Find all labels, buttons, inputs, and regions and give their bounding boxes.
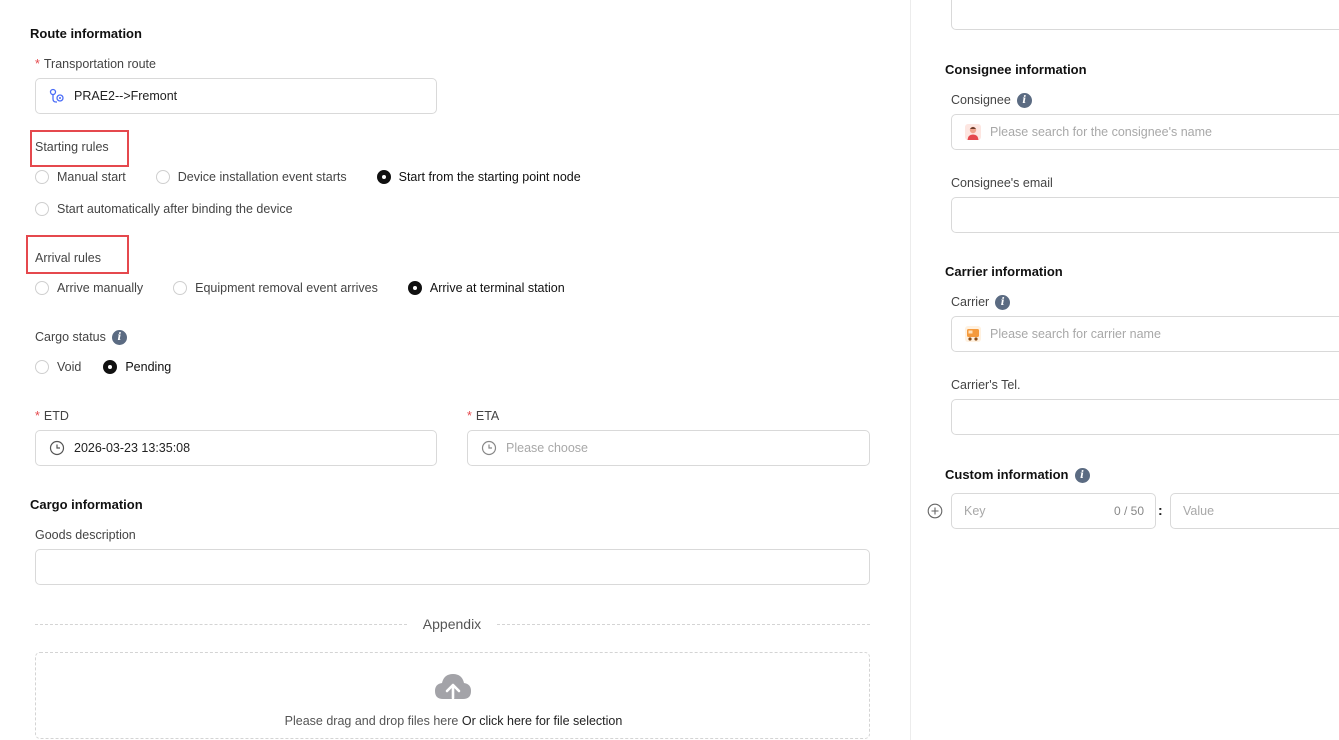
radio-manual-start[interactable]: Manual start (35, 170, 126, 184)
radio-start-after-binding[interactable]: Start automatically after binding the de… (35, 202, 293, 216)
eta-label-text: ETA (475, 409, 500, 423)
person-avatar-icon (964, 123, 982, 141)
consignee-label-text: Consignee (951, 93, 1011, 107)
consignee-label: Consignee i (951, 93, 1032, 109)
value-placeholder: Value (1183, 504, 1215, 518)
custom-section-title-text: Custom information (945, 467, 1069, 482)
consignee-email-label: Consignee's email (951, 176, 1053, 190)
key-value-separator: : (1158, 502, 1163, 518)
radio-label: Device installation event starts (177, 170, 347, 184)
carrier-label-text: Carrier (951, 295, 990, 309)
radio-label: Pending (125, 360, 172, 374)
eta-date-picker[interactable]: Please choose (467, 430, 870, 466)
file-upload-dropzone[interactable]: Please drag and drop files here Or click… (35, 652, 870, 739)
consignee-placeholder: Please search for the consignee's name (990, 125, 1212, 139)
consignee-search-input[interactable]: Please search for the consignee's name (951, 114, 1339, 150)
carrier-section-title: Carrier information (945, 264, 1063, 279)
radio-circle-checked[interactable] (407, 281, 422, 295)
radio-label: Void (57, 360, 82, 374)
custom-key-input[interactable]: Key 0 / 50 (951, 493, 1156, 529)
info-icon[interactable]: i (1016, 93, 1032, 109)
radio-circle[interactable] (35, 360, 49, 374)
radio-label: Manual start (57, 170, 126, 184)
radio-equipment-removal-arrives[interactable]: Equipment removal event arrives (173, 281, 378, 295)
consignee-email-input[interactable] (951, 197, 1339, 233)
radio-device-installation-start[interactable]: Device installation event starts (155, 170, 347, 184)
radio-label: Arrive manually (57, 281, 144, 295)
radio-start-from-starting-node[interactable]: Start from the starting point node (376, 170, 581, 184)
radio-label: Start from the starting point node (398, 170, 581, 184)
custom-value-input[interactable]: Value (1170, 493, 1339, 529)
transportation-route-field[interactable]: PRAE2-->Fremont (35, 78, 437, 114)
radio-arrive-manually[interactable]: Arrive manually (35, 281, 143, 295)
radio-arrive-terminal-station[interactable]: Arrive at terminal station (407, 281, 565, 295)
cloud-upload-icon (433, 671, 473, 708)
route-icon (48, 87, 66, 105)
route-section-title: Route information (30, 26, 142, 41)
column-divider (910, 0, 911, 740)
info-icon[interactable]: i (995, 295, 1011, 311)
radio-circle-checked[interactable] (376, 170, 391, 184)
etd-label-text: ETD (43, 409, 69, 423)
transportation-route-label-text: Transportation route (43, 57, 156, 71)
appendix-divider-left (35, 624, 407, 625)
cargo-status-label: Cargo status i (35, 330, 127, 346)
radio-label: Start automatically after binding the de… (57, 202, 293, 216)
goods-description-label: Goods description (35, 528, 136, 542)
radio-circle[interactable] (173, 281, 188, 295)
radio-pending[interactable]: Pending (103, 360, 171, 374)
eta-placeholder: Please choose (506, 441, 589, 455)
required-mark: * (35, 409, 40, 423)
key-placeholder: Key (964, 504, 986, 518)
add-circle-icon[interactable] (927, 503, 943, 524)
radio-circle[interactable] (35, 202, 49, 216)
truck-icon (964, 325, 982, 343)
carrier-placeholder: Please search for carrier name (990, 327, 1161, 341)
carrier-tel-label: Carrier's Tel. (951, 378, 1021, 392)
starting-rules-group: Manual start Device installation event s… (35, 170, 581, 184)
clock-icon (48, 439, 66, 457)
custom-section-title: Custom information i (945, 467, 1090, 484)
top-partial-input[interactable] (951, 0, 1339, 30)
appendix-label: Appendix (422, 616, 482, 632)
radio-circle[interactable] (155, 170, 170, 184)
required-mark: * (467, 409, 472, 423)
info-icon[interactable]: i (1074, 468, 1090, 484)
radio-circle[interactable] (35, 281, 49, 295)
required-mark: * (35, 57, 40, 71)
arrival-rules-group: Arrive manually Equipment removal event … (35, 281, 565, 295)
upload-instruction: Please drag and drop files here Or click… (36, 714, 871, 728)
key-char-counter: 0 / 50 (1113, 504, 1144, 518)
etd-value: 2026-03-23 13:35:08 (74, 441, 191, 455)
carrier-tel-input[interactable] (951, 399, 1339, 435)
transportation-route-label: * Transportation route (35, 57, 156, 71)
transportation-route-value: PRAE2-->Fremont (74, 89, 178, 103)
cargo-section-title: Cargo information (30, 497, 143, 512)
radio-label: Arrive at terminal station (429, 281, 565, 295)
eta-label: * ETA (467, 409, 499, 423)
etd-label: * ETD (35, 409, 69, 423)
carrier-search-input[interactable]: Please search for carrier name (951, 316, 1339, 352)
starting-rules-group-row2: Start automatically after binding the de… (35, 202, 293, 216)
upload-select-link[interactable]: Or click here for file selection (462, 714, 622, 728)
cargo-status-group: Void Pending (35, 360, 171, 374)
appendix-divider-right (497, 624, 870, 625)
etd-date-picker[interactable]: 2026-03-23 13:35:08 (35, 430, 437, 466)
starting-rules-label: Starting rules (35, 140, 109, 154)
arrival-rules-label: Arrival rules (35, 251, 101, 265)
upload-text-prefix: Please drag and drop files here (284, 714, 459, 728)
radio-circle-checked[interactable] (103, 360, 118, 374)
carrier-label: Carrier i (951, 295, 1011, 311)
radio-label: Equipment removal event arrives (195, 281, 378, 295)
radio-circle[interactable] (35, 170, 49, 184)
cargo-status-label-text: Cargo status (35, 330, 106, 344)
clock-icon (480, 439, 498, 457)
info-icon[interactable]: i (111, 330, 127, 346)
goods-description-input[interactable] (35, 549, 870, 585)
consignee-section-title: Consignee information (945, 62, 1087, 77)
radio-void[interactable]: Void (35, 360, 81, 374)
